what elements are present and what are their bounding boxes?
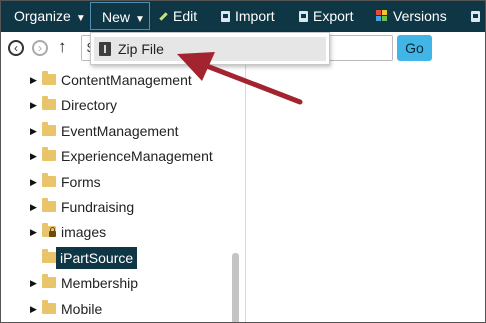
folder-icon <box>42 71 56 85</box>
tree-item-label: EventManagement <box>61 123 179 139</box>
new-dropdown-menu: Zip File <box>90 32 330 65</box>
zip-file-icon <box>99 42 111 56</box>
expand-arrow-icon[interactable]: ▶ <box>30 297 37 321</box>
export-icon <box>299 10 308 22</box>
menu-item-zip-file[interactable]: Zip File <box>94 37 326 61</box>
folder-icon <box>42 122 56 136</box>
import-icon <box>221 10 230 22</box>
new-menu[interactable]: New ▼ <box>90 2 150 30</box>
go-button[interactable]: Go <box>397 35 432 61</box>
expand-arrow-icon[interactable]: ▶ <box>30 220 37 244</box>
tree-item-label: Directory <box>61 97 118 113</box>
tree-scrollbar-thumb[interactable] <box>232 253 239 322</box>
tree-item-label: ContentManagement <box>61 72 192 88</box>
folder-icon <box>42 173 56 187</box>
folder-icon <box>42 147 56 161</box>
tree-item-label: Fundraising <box>61 199 135 215</box>
folder-icon <box>42 274 56 288</box>
folder-icon <box>42 300 56 314</box>
tree-item-label: Forms <box>61 174 101 190</box>
expand-arrow-icon[interactable]: ▶ <box>30 170 37 194</box>
tree-item-label-selected: iPartSource <box>56 247 138 269</box>
versions-icon <box>376 10 388 22</box>
expand-arrow-icon[interactable]: ▶ <box>30 93 37 117</box>
versions-button[interactable]: Versions <box>376 1 447 32</box>
window-frame: Organize ▼ New ▼ Edit Import Export Versio… <box>0 0 486 323</box>
overflow-menu-button[interactable] <box>471 1 485 32</box>
folder-icon <box>42 249 56 263</box>
edit-button[interactable]: Edit <box>159 1 197 32</box>
organize-label: Organize <box>14 8 71 24</box>
expand-arrow-icon[interactable]: ▶ <box>30 271 37 295</box>
folder-icon <box>42 96 56 110</box>
edit-label: Edit <box>173 8 198 24</box>
expand-arrow-icon[interactable]: ▶ <box>30 144 37 168</box>
folder-icon <box>42 198 56 212</box>
content-pane <box>246 65 485 322</box>
menu-item-label: Zip File <box>118 41 164 57</box>
import-button[interactable]: Import <box>221 1 275 32</box>
forward-button[interactable]: › <box>32 40 48 56</box>
document-icon <box>471 10 480 22</box>
organize-menu[interactable]: Organize ▼ <box>14 1 86 32</box>
tree-item-label: ExperienceManagement <box>61 148 213 164</box>
export-label: Export <box>313 8 354 24</box>
up-folder-button[interactable]: ↑ <box>58 37 67 57</box>
expand-arrow-icon[interactable]: ▶ <box>30 68 37 92</box>
expand-arrow-icon[interactable]: ▶ <box>30 195 37 219</box>
tree-item-label: images <box>61 224 107 240</box>
expand-arrow-icon[interactable]: ▶ <box>30 119 37 143</box>
lock-icon <box>49 227 56 237</box>
versions-label: Versions <box>393 8 447 24</box>
menu-bar: Organize ▼ New ▼ Edit Import Export Versio… <box>1 1 485 32</box>
back-button[interactable]: ‹ <box>8 40 24 56</box>
new-label: New <box>102 9 131 25</box>
tree-item-label: Membership <box>61 275 139 291</box>
pencil-icon <box>159 12 168 21</box>
chevron-down-icon: ▼ <box>135 14 145 25</box>
export-button[interactable]: Export <box>299 1 353 32</box>
chevron-down-icon: ▼ <box>75 13 86 24</box>
import-label: Import <box>235 8 275 24</box>
tree-item-label: Mobile <box>61 301 103 317</box>
